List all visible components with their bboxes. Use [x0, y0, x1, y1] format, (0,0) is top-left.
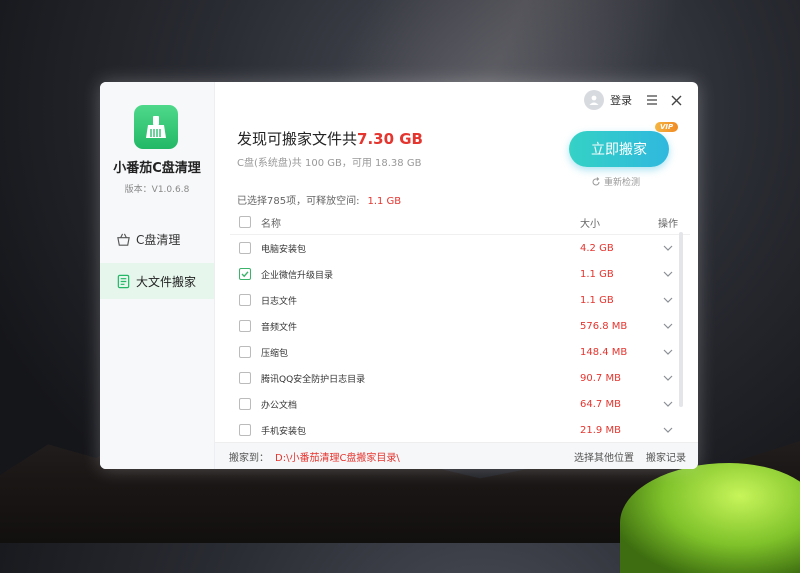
vip-badge: VIP [655, 122, 679, 132]
row-size: 21.9 MB [580, 424, 621, 436]
headline-text: 发现可搬家文件共 [237, 130, 358, 148]
expand-chevron-icon[interactable] [646, 323, 690, 329]
selection-summary: 已选择785项，可释放空间: 1.1 GB [237, 192, 401, 207]
selection-text: 已选择785项，可释放空间: [237, 196, 360, 207]
sidebar: 小番茄C盘清理 版本：V1.0.6.8 C盘清理 大文件搬家 [100, 82, 215, 469]
check-icon [241, 271, 249, 278]
table-row[interactable]: 办公文档 64.7 MB [230, 391, 690, 417]
app-logo-icon [134, 105, 178, 149]
close-icon[interactable] [668, 92, 684, 108]
row-checkbox[interactable] [239, 398, 251, 410]
expand-chevron-icon[interactable] [646, 375, 690, 381]
rescan-button[interactable]: 重新检测 [591, 175, 640, 188]
row-checkbox[interactable] [239, 346, 251, 358]
menu-icon[interactable] [644, 92, 660, 108]
table-row[interactable]: 手机安装包 21.9 MB [230, 417, 690, 443]
sidebar-item-c-clean[interactable]: C盘清理 [100, 221, 214, 257]
row-name: 日志文件 [261, 296, 298, 307]
document-list-icon [115, 273, 131, 289]
basket-icon [115, 231, 131, 247]
header-name: 名称 [261, 218, 281, 230]
row-size: 90.7 MB [580, 372, 621, 384]
row-name: 腾讯QQ安全防护日志目录 [261, 374, 366, 385]
move-now-button[interactable]: 立即搬家 [569, 131, 669, 167]
footer-bar: 搬家到： D:\小番茄清理C盘搬家目录\ 选择其他位置 搬家记录 [215, 442, 698, 469]
row-size: 4.2 GB [580, 242, 614, 254]
selected-size: 1.1 GB [367, 196, 402, 207]
expand-chevron-icon[interactable] [646, 271, 690, 277]
app-name: 小番茄C盘清理 [113, 161, 201, 176]
move-history-link[interactable]: 搬家记录 [646, 449, 686, 464]
move-to-label: 搬家到： [229, 453, 269, 464]
file-table: 名称 大小 操作 电脑安装包 4.2 GB 企业微信升级目录 1.1 GB 日志文件 1.… [230, 210, 690, 438]
table-header: 名称 大小 操作 [230, 210, 690, 235]
table-scrollbar[interactable] [679, 232, 683, 407]
sidebar-item-label: C盘清理 [136, 232, 181, 247]
row-size: 1.1 GB [580, 268, 614, 280]
row-checkbox[interactable] [239, 372, 251, 384]
row-name: 电脑安装包 [261, 244, 307, 255]
sidebar-item-label: 大文件搬家 [136, 274, 197, 289]
rescan-label: 重新检测 [604, 178, 641, 188]
row-size: 576.8 MB [580, 320, 628, 332]
table-row[interactable]: 日志文件 1.1 GB [230, 287, 690, 313]
row-name: 企业微信升级目录 [261, 270, 334, 281]
row-checkbox[interactable] [239, 320, 251, 332]
table-row[interactable]: 电脑安装包 4.2 GB [230, 235, 690, 261]
login-link[interactable]: 登录 [610, 92, 632, 108]
sidebar-item-large-file-move[interactable]: 大文件搬家 [100, 263, 214, 299]
header-action: 操作 [658, 218, 678, 230]
row-name: 手机安装包 [261, 426, 307, 437]
expand-chevron-icon[interactable] [646, 349, 690, 355]
total-size: 7.30 GB [357, 130, 423, 148]
row-size: 64.7 MB [580, 398, 621, 410]
select-all-checkbox[interactable] [239, 216, 251, 228]
table-body: 电脑安装包 4.2 GB 企业微信升级目录 1.1 GB 日志文件 1.1 GB 音频文件 5… [230, 235, 690, 443]
row-name: 办公文档 [261, 400, 298, 411]
row-size: 1.1 GB [580, 294, 614, 306]
app-window: 小番茄C盘清理 版本：V1.0.6.8 C盘清理 大文件搬家 登录 发现可搬家文… [100, 82, 698, 469]
expand-chevron-icon[interactable] [646, 427, 690, 433]
top-bar: 登录 [584, 90, 684, 110]
row-name: 压缩包 [261, 348, 289, 359]
row-size: 148.4 MB [580, 346, 628, 358]
app-version: 版本：V1.0.6.8 [124, 185, 190, 195]
disk-info: C盘(系统盘)共 100 GB，可用 18.38 GB [237, 158, 422, 169]
row-name: 音频文件 [261, 322, 298, 333]
avatar[interactable] [584, 90, 604, 110]
header-size: 大小 [580, 218, 600, 230]
row-checkbox[interactable] [239, 242, 251, 254]
expand-chevron-icon[interactable] [646, 401, 690, 407]
choose-other-location-link[interactable]: 选择其他位置 [574, 449, 634, 464]
table-row[interactable]: 腾讯QQ安全防护日志目录 90.7 MB [230, 365, 690, 391]
refresh-icon [592, 176, 600, 185]
page-title: 发现可搬家文件共7.30 GB [237, 128, 423, 149]
table-row[interactable]: 压缩包 148.4 MB [230, 339, 690, 365]
expand-chevron-icon[interactable] [646, 297, 690, 303]
table-row[interactable]: 企业微信升级目录 1.1 GB [230, 261, 690, 287]
target-path: D:\小番茄清理C盘搬家目录\ [275, 453, 400, 464]
row-checkbox[interactable] [239, 268, 251, 280]
row-checkbox[interactable] [239, 424, 251, 436]
expand-chevron-icon[interactable] [646, 245, 690, 251]
row-checkbox[interactable] [239, 294, 251, 306]
main-content: 登录 发现可搬家文件共7.30 GB C盘(系统盘)共 100 GB，可用 18… [215, 82, 698, 469]
table-row[interactable]: 音频文件 576.8 MB [230, 313, 690, 339]
